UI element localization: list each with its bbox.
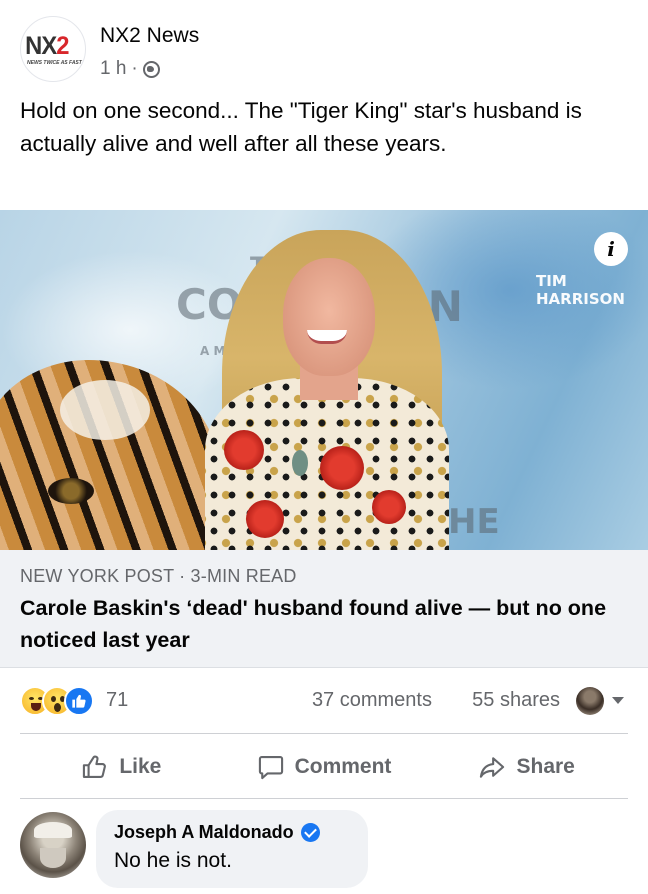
thumbs-up-icon bbox=[83, 755, 107, 778]
post-text: Hold on one second... The "Tiger King" s… bbox=[20, 98, 582, 156]
comment-text: No he is not. bbox=[114, 849, 232, 872]
link-title[interactable]: Carole Baskin's ‘dead' husband found ali… bbox=[20, 592, 620, 656]
person-face bbox=[283, 258, 375, 376]
divider bbox=[20, 798, 628, 799]
logo-tagline: NEWS TWICE AS FAST bbox=[27, 60, 82, 66]
chevron-down-icon[interactable] bbox=[612, 697, 624, 704]
comment-item: Joseph A Maldonado No he is not. bbox=[20, 810, 640, 890]
shares-count[interactable]: 55 shares bbox=[472, 689, 560, 712]
comment-bubble[interactable]: Joseph A Maldonado No he is not. bbox=[96, 810, 368, 888]
meta-separator: · bbox=[131, 58, 138, 79]
comment-button[interactable]: Comment bbox=[223, 742, 426, 792]
post-meta: 1 h · bbox=[100, 58, 160, 80]
blouse-rose bbox=[320, 446, 364, 490]
like-icon bbox=[64, 686, 94, 716]
logo-wordmark: NX2 bbox=[25, 32, 69, 60]
comment-label: Comment bbox=[294, 755, 392, 778]
commenter-name[interactable]: Joseph A Maldonado bbox=[114, 822, 350, 843]
action-bar: Like Comment Share bbox=[20, 742, 628, 792]
tiger-muzzle bbox=[60, 380, 150, 440]
pendant bbox=[292, 450, 308, 476]
share-icon bbox=[480, 757, 505, 778]
like-button[interactable]: Like bbox=[20, 742, 223, 792]
like-label: Like bbox=[119, 755, 162, 778]
viewer-avatar[interactable] bbox=[576, 687, 604, 715]
verified-badge-icon bbox=[300, 823, 320, 842]
avatar-beard bbox=[40, 848, 66, 868]
comment-icon bbox=[258, 756, 283, 780]
globe-icon bbox=[142, 60, 160, 78]
post-header: NX2 NEWS TWICE AS FAST NX2 News 1 h · bbox=[20, 14, 620, 84]
info-icon[interactable]: i bbox=[594, 232, 628, 266]
link-source: NEW YORK POST · 3-MIN READ bbox=[20, 566, 297, 586]
tiger-eye bbox=[48, 478, 94, 504]
avatar-hat bbox=[34, 822, 72, 838]
divider bbox=[20, 733, 628, 734]
share-label: Share bbox=[516, 755, 575, 778]
engagement-bar: 71 37 comments 55 shares bbox=[20, 684, 628, 720]
commenter-avatar[interactable] bbox=[20, 812, 86, 878]
commenter-name-text: Joseph A Maldonado bbox=[114, 822, 294, 842]
comments-count[interactable]: 37 comments bbox=[312, 689, 432, 712]
blouse-rose bbox=[246, 500, 284, 538]
page-avatar[interactable]: NX2 NEWS TWICE AS FAST bbox=[20, 16, 86, 82]
link-card[interactable]: NEW YORK POST · 3-MIN READ Carole Baskin… bbox=[0, 550, 648, 668]
poster-text-he: HE bbox=[448, 502, 500, 542]
page-name[interactable]: NX2 News bbox=[100, 24, 199, 48]
blouse-rose bbox=[224, 430, 264, 470]
reaction-icons[interactable] bbox=[20, 686, 104, 718]
share-button[interactable]: Share bbox=[425, 742, 628, 792]
link-preview-image[interactable]: THE CONS ON A MICH HE TIM HARRISON i bbox=[0, 210, 648, 550]
post-time[interactable]: 1 h bbox=[100, 58, 126, 80]
poster-text-tim-harrison: TIM HARRISON bbox=[536, 272, 625, 308]
blouse-rose bbox=[372, 490, 406, 524]
reaction-count[interactable]: 71 bbox=[106, 689, 128, 712]
